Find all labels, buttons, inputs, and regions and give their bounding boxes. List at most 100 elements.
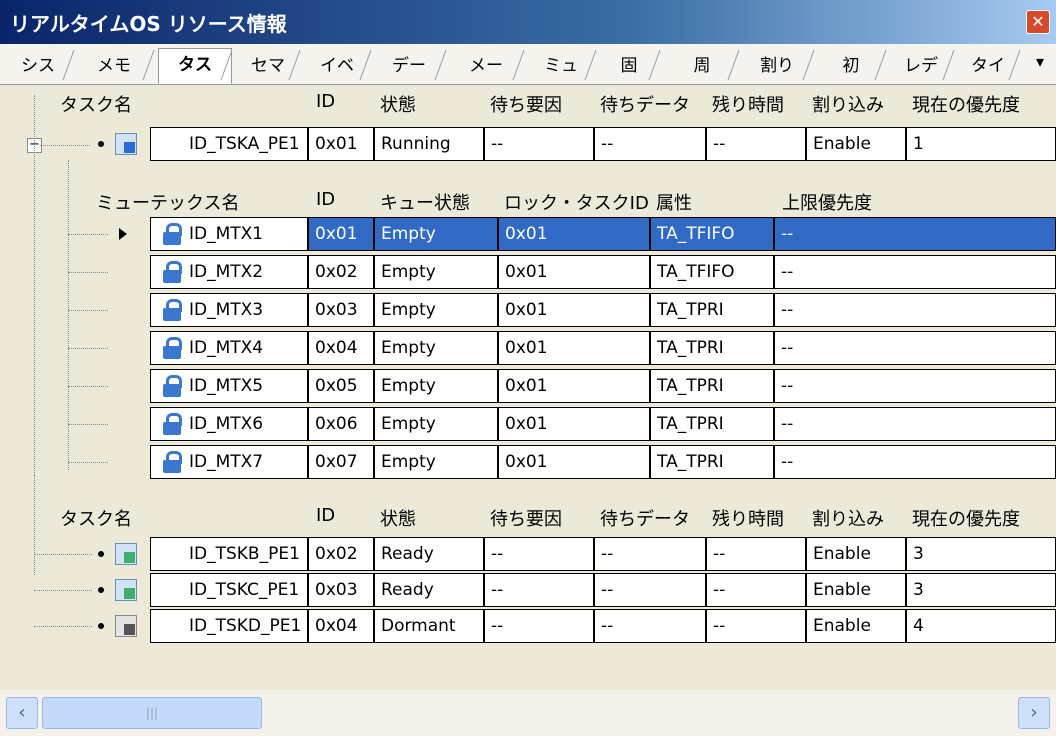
mutex-row-cell-ceil: -- — [774, 407, 1056, 441]
tree-line — [34, 95, 35, 475]
task-row-cell-state: Dormant — [374, 609, 484, 643]
title-bar[interactable]: リアルタイムOS リソース情報 ✕ — [0, 0, 1056, 44]
mutex-row-cell-lock_task: 0x01 — [498, 255, 650, 289]
mutex-row-cell-lock_task: 0x01 — [498, 369, 650, 403]
task-icon — [115, 615, 137, 637]
task-row-cell-priority: 3 — [906, 573, 1056, 607]
tab-8[interactable]: ミュ — [528, 50, 594, 82]
task-header-4: 待ち要因 — [490, 95, 562, 116]
task2-header-2: ID — [316, 505, 336, 526]
task-row-running-cell-state: Running — [374, 127, 484, 161]
mutex-row-cell-attr: TA_TPRI — [650, 369, 774, 403]
bullet-icon — [98, 587, 104, 593]
task-header-1: タスク名 — [60, 95, 132, 116]
tree-line — [68, 348, 108, 349]
mutex-row-cell-queue: Empty — [374, 255, 498, 289]
resource-tree-grid: − タスク名 ID 状態 待ち要因 待ちデータ 残り時間 割り込み 現在の優先度 ID_TSKA… — [0, 85, 1056, 690]
tab-10[interactable]: 周 — [667, 50, 737, 82]
bullet-icon — [98, 623, 104, 629]
mutex-row-cell-queue: Empty — [374, 407, 498, 441]
task-row-cell-wait_factor: -- — [484, 537, 594, 571]
mutex-row-cell-lock_task: 0x01 — [498, 445, 650, 479]
current-row-arrow-icon — [119, 228, 127, 240]
task-header-2: ID — [316, 91, 336, 112]
scroll-thumb[interactable]: ||| — [42, 697, 262, 729]
task-row-running-cell-name: ID_TSKA_PE1 — [150, 127, 308, 161]
tree-line — [68, 234, 108, 235]
task-row-cell-interrupt: Enable — [806, 573, 906, 607]
tab-12[interactable]: 初 — [818, 50, 884, 82]
mutex-row-cell-lock_task: 0x01 — [498, 331, 650, 365]
tree-line — [68, 272, 108, 273]
mutex-row-cell-attr: TA_TPRI — [650, 331, 774, 365]
task-row-cell-wait_data: -- — [594, 573, 706, 607]
task-icon-mark — [124, 624, 135, 635]
task2-header-1: タスク名 — [60, 509, 132, 530]
lock-body — [163, 384, 181, 397]
tree-line — [68, 386, 108, 387]
task-row-cell-id: 0x04 — [308, 609, 374, 643]
mutex-header-2: ID — [316, 189, 336, 210]
mutex-row-cell-lock_task: 0x01 — [498, 217, 650, 251]
tree-line — [68, 424, 108, 425]
lock-body — [163, 460, 181, 473]
mutex-row-cell-id: 0x03 — [308, 293, 374, 327]
task-icon — [115, 543, 137, 565]
mutex-row-cell-lock_task: 0x01 — [498, 293, 650, 327]
task2-header-4: 待ち要因 — [490, 509, 562, 530]
task-row-cell-state: Ready — [374, 537, 484, 571]
mutex-row-cell-id: 0x06 — [308, 407, 374, 441]
mutex-header-3: キュー状態 — [380, 193, 470, 214]
tree-line — [34, 590, 92, 591]
horizontal-scrollbar[interactable]: ‹ ||| › — [0, 690, 1056, 736]
tree-line — [68, 462, 108, 463]
task-row-cell-wait_data: -- — [594, 537, 706, 571]
tree-line — [34, 554, 92, 555]
tab-1[interactable]: シス — [4, 50, 72, 82]
task-row-cell-id: 0x03 — [308, 573, 374, 607]
window-title: リアルタイムOS リソース情報 — [10, 12, 287, 36]
tab-7[interactable]: メー — [450, 50, 522, 82]
scroll-left-button[interactable]: ‹ — [6, 697, 38, 729]
mutex-row-cell-attr: TA_TFIFO — [650, 217, 774, 251]
mutex-row-cell-attr: TA_TPRI — [650, 445, 774, 479]
task-icon-mark — [124, 588, 135, 599]
task-row-cell-state: Ready — [374, 573, 484, 607]
tab-2[interactable]: メモ — [76, 50, 152, 82]
task-row-cell-name: ID_TSKD_PE1 — [150, 609, 308, 643]
lock-body — [163, 270, 181, 283]
mutex-row-cell-ceil: -- — [774, 255, 1056, 289]
chevron-down-icon[interactable]: ▾ — [1036, 52, 1044, 71]
tree-line — [34, 475, 35, 575]
tree-line — [68, 310, 108, 311]
task-header-5: 待ちデータ — [600, 95, 690, 116]
bullet-icon — [98, 551, 104, 557]
task2-header-5: 待ちデータ — [600, 509, 690, 530]
lock-icon — [162, 337, 182, 359]
mutex-header-1: ミューテックス名 — [96, 193, 240, 214]
task-row-cell-remain: -- — [706, 609, 806, 643]
close-icon[interactable]: ✕ — [1026, 10, 1050, 34]
tab-11[interactable]: 割り — [742, 50, 812, 82]
mutex-row-cell-attr: TA_TFIFO — [650, 255, 774, 289]
tab-bar: ▾ シス メモ タス セマ イベ デー メー ミュ固周割り初レデ タイ — [0, 44, 1056, 85]
task-running-icon — [115, 133, 137, 155]
task-row-cell-interrupt: Enable — [806, 537, 906, 571]
task-row-running-cell-wait_data: -- — [594, 127, 706, 161]
task-header-8: 現在の優先度 — [912, 95, 1020, 116]
tab-6[interactable]: デー — [374, 50, 444, 82]
mutex-row-cell-queue: Empty — [374, 293, 498, 327]
mutex-row-cell-id: 0x04 — [308, 331, 374, 365]
task-header-6: 残り時間 — [712, 95, 784, 116]
task-icon — [115, 579, 137, 601]
task-row-cell-name: ID_TSKC_PE1 — [150, 573, 308, 607]
task-row-cell-interrupt: Enable — [806, 609, 906, 643]
mutex-row-cell-id: 0x05 — [308, 369, 374, 403]
lock-body — [163, 346, 181, 359]
mutex-row-cell-ceil: -- — [774, 369, 1056, 403]
task-icon-mark — [124, 552, 135, 563]
task-row-cell-priority: 4 — [906, 609, 1056, 643]
task-row-running-cell-priority: 1 — [906, 127, 1056, 161]
scroll-right-button[interactable]: › — [1018, 697, 1050, 729]
task-row-cell-remain: -- — [706, 537, 806, 571]
